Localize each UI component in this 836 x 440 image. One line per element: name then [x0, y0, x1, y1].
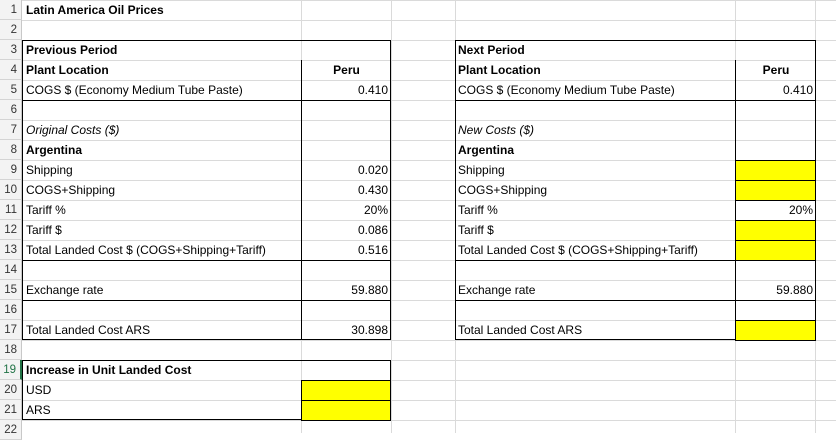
- row-header-16[interactable]: 16: [0, 300, 22, 320]
- total-ars-value[interactable]: 30.898: [302, 320, 388, 340]
- cogs-shipping-input-cell[interactable]: [735, 180, 816, 201]
- right-separator: [455, 100, 816, 101]
- argentina-label[interactable]: Argentina: [26, 140, 82, 160]
- row-header-1[interactable]: 1: [0, 0, 22, 20]
- row-header-22[interactable]: 22: [0, 420, 22, 440]
- row-header-14[interactable]: 14: [0, 260, 22, 280]
- right-tariff-dollar-label[interactable]: Tariff $: [458, 220, 494, 240]
- row-header-3[interactable]: 3: [0, 40, 22, 60]
- right-total-ars-label[interactable]: Total Landed Cost ARS: [458, 320, 582, 340]
- ars-label[interactable]: ARS: [26, 400, 51, 420]
- ars-input-cell[interactable]: [301, 400, 391, 421]
- left-separator: [22, 260, 391, 261]
- next-period-heading[interactable]: Next Period: [458, 40, 525, 60]
- right-cogs-label[interactable]: COGS $ (Economy Medium Tube Paste): [458, 80, 675, 100]
- left-separator: [22, 300, 391, 301]
- right-cogs-shipping-label[interactable]: COGS+Shipping: [458, 180, 547, 200]
- right-total-landed-label[interactable]: Total Landed Cost $ (COGS+Shipping+Tarif…: [458, 240, 698, 260]
- row-header-20[interactable]: 20: [0, 380, 22, 400]
- shipping-input-cell[interactable]: [735, 160, 816, 181]
- left-separator: [22, 100, 391, 101]
- previous-period-heading[interactable]: Previous Period: [26, 40, 117, 60]
- right-separator: [455, 300, 816, 301]
- right-cogs-value[interactable]: 0.410: [736, 80, 813, 100]
- right-exchange-rate-value[interactable]: 59.880: [736, 280, 813, 300]
- right-plant-location-value[interactable]: Peru: [736, 60, 816, 80]
- gridline: [22, 420, 836, 421]
- tariff-dollar-value[interactable]: 0.086: [302, 220, 388, 240]
- total-ars-label[interactable]: Total Landed Cost ARS: [26, 320, 150, 340]
- row-header-17[interactable]: 17: [0, 320, 22, 340]
- plant-location-label[interactable]: Plant Location: [26, 60, 109, 80]
- row-header-6[interactable]: 6: [0, 100, 22, 120]
- tariff-dollar-label[interactable]: Tariff $: [26, 220, 62, 240]
- right-shipping-label[interactable]: Shipping: [458, 160, 505, 180]
- row-header-8[interactable]: 8: [0, 140, 22, 160]
- cogs-label[interactable]: COGS $ (Economy Medium Tube Paste): [26, 80, 243, 100]
- row-header-12[interactable]: 12: [0, 220, 22, 240]
- right-exchange-rate-label[interactable]: Exchange rate: [458, 280, 535, 300]
- row-header-4[interactable]: 4: [0, 60, 22, 80]
- plant-location-value[interactable]: Peru: [302, 60, 391, 80]
- spreadsheet-grid: 1 2 3 4 5 6 7 8 9 10 11 12 13 14 15 16 1…: [0, 0, 836, 440]
- row-header-19[interactable]: 19: [0, 360, 22, 380]
- usd-input-cell[interactable]: [301, 380, 391, 401]
- right-tariff-pct-label[interactable]: Tariff %: [458, 200, 498, 220]
- row-header-11[interactable]: 11: [0, 200, 22, 220]
- row-header-7[interactable]: 7: [0, 120, 22, 140]
- row-header-10[interactable]: 10: [0, 180, 22, 200]
- row-header-5[interactable]: 5: [0, 80, 22, 100]
- tariff-dollar-input-cell[interactable]: [735, 220, 816, 241]
- gridline: [22, 20, 836, 21]
- original-costs-label[interactable]: Original Costs ($): [26, 120, 119, 140]
- cogs-shipping-value[interactable]: 0.430: [302, 180, 388, 200]
- new-costs-label[interactable]: New Costs ($): [458, 120, 534, 140]
- exchange-rate-value[interactable]: 59.880: [302, 280, 388, 300]
- increase-heading[interactable]: Increase in Unit Landed Cost: [26, 360, 191, 380]
- right-tariff-pct-value[interactable]: 20%: [736, 200, 813, 220]
- row-header-9[interactable]: 9: [0, 160, 22, 180]
- usd-label[interactable]: USD: [26, 380, 51, 400]
- exchange-rate-label[interactable]: Exchange rate: [26, 280, 103, 300]
- gridline: [22, 340, 836, 341]
- total-ars-input-cell[interactable]: [735, 320, 816, 341]
- right-plant-location-label[interactable]: Plant Location: [458, 60, 541, 80]
- sheet-title[interactable]: Latin America Oil Prices: [26, 0, 164, 20]
- cogs-value[interactable]: 0.410: [302, 80, 388, 100]
- row-header-13[interactable]: 13: [0, 240, 22, 260]
- total-landed-value[interactable]: 0.516: [302, 240, 388, 260]
- total-landed-input-cell[interactable]: [735, 240, 816, 261]
- cogs-shipping-label[interactable]: COGS+Shipping: [26, 180, 115, 200]
- gridline: [391, 0, 392, 433]
- tariff-pct-value[interactable]: 20%: [302, 200, 388, 220]
- shipping-value[interactable]: 0.020: [302, 160, 388, 180]
- row-header-21[interactable]: 21: [0, 400, 22, 420]
- row-header-15[interactable]: 15: [0, 280, 22, 300]
- shipping-label[interactable]: Shipping: [26, 160, 73, 180]
- row-header-18[interactable]: 18: [0, 340, 22, 360]
- row-header-2[interactable]: 2: [0, 20, 22, 40]
- right-argentina-label[interactable]: Argentina: [458, 140, 514, 160]
- total-landed-label[interactable]: Total Landed Cost $ (COGS+Shipping+Tarif…: [26, 240, 266, 260]
- tariff-pct-label[interactable]: Tariff %: [26, 200, 66, 220]
